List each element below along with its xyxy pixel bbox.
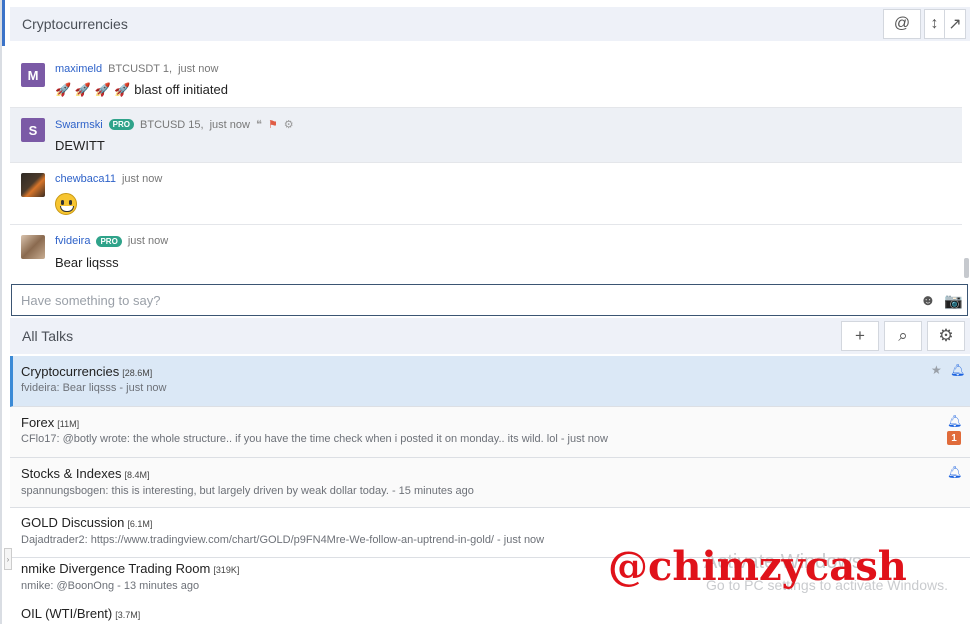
- member-count: [319K]: [213, 565, 240, 575]
- message-input-box: ☻ 📷: [11, 284, 968, 316]
- room-item-cryptocurrencies[interactable]: Cryptocurrencies [28.6M] fvideira: Bear l…: [10, 356, 970, 407]
- room-name: Forex: [21, 415, 55, 430]
- room-name: Cryptocurrencies: [21, 364, 120, 379]
- last-message: fvideira: Bear liqsss - just now: [21, 382, 167, 394]
- member-count: [8.4M]: [124, 470, 150, 480]
- add-room-button[interactable]: +: [841, 321, 879, 351]
- last-message: nmike: @BoonOng - 13 minutes ago: [21, 580, 200, 592]
- search-icon: ⌕: [898, 326, 908, 345]
- message-list: M maximeld BTCUSDT 1, just now 🚀 🚀 🚀 🚀 b…: [10, 52, 962, 280]
- collapse-handle[interactable]: ›: [4, 548, 12, 570]
- symbol-context[interactable]: BTCUSDT 1,: [108, 63, 172, 75]
- timestamp: just now: [121, 173, 163, 185]
- gear-icon[interactable]: ⚙: [284, 118, 294, 131]
- star-icon[interactable]: ★: [931, 363, 942, 377]
- talks-title: All Talks: [22, 328, 74, 344]
- avatar[interactable]: M: [21, 63, 45, 87]
- room-item-forex[interactable]: Forex [11M] CFlo17: @botly wrote: the who…: [10, 407, 970, 458]
- emoji-picker-icon[interactable]: ☻: [920, 292, 936, 309]
- talks-settings-button[interactable]: ⚙: [927, 321, 965, 351]
- avatar[interactable]: [21, 235, 45, 259]
- message-text: DEWITT: [55, 138, 105, 153]
- message-item: chewbaca11 just now: [10, 163, 962, 225]
- chat-room-title: Cryptocurrencies: [22, 16, 128, 32]
- message-item: fvideira PRO just now Bear liqsss: [10, 225, 962, 280]
- last-message: Dajadtrader2: https://www.tradingview.co…: [21, 534, 545, 546]
- timestamp: just now: [178, 63, 219, 75]
- timestamp: just now: [127, 235, 169, 247]
- message-scrollbar[interactable]: [962, 52, 970, 280]
- mention-button[interactable]: @: [883, 9, 921, 39]
- bell-icon[interactable]: 🔔︎: [947, 465, 962, 479]
- search-rooms-button[interactable]: ⌕: [884, 321, 922, 351]
- message-input[interactable]: [21, 292, 901, 308]
- last-message: spannungsbogen: this is interesting, but…: [21, 485, 474, 497]
- bell-icon[interactable]: 🔔︎: [950, 363, 965, 377]
- member-count: [3.7M]: [115, 610, 141, 620]
- panel-accent-bar: [2, 0, 5, 46]
- unread-badge: 1: [947, 431, 961, 445]
- avatar[interactable]: S: [21, 118, 45, 142]
- timestamp: just now: [209, 118, 250, 131]
- smiley-emoji-icon: [55, 193, 77, 215]
- overlay-handle-text: @chimzycash: [608, 543, 907, 590]
- member-count: [28.6M]: [122, 368, 153, 378]
- popout-button[interactable]: ↗: [944, 9, 966, 39]
- username[interactable]: Swarmski: [55, 119, 103, 131]
- at-icon: @: [893, 15, 911, 32]
- quote-icon[interactable]: ❝: [256, 118, 262, 131]
- room-name: OIL (WTI/Brent): [21, 606, 113, 621]
- username[interactable]: fvideira: [55, 235, 90, 247]
- message-text: Bear liqsss: [55, 255, 119, 270]
- username[interactable]: maximeld: [55, 63, 102, 75]
- avatar[interactable]: [21, 173, 45, 197]
- message-text: blast off initiated: [134, 82, 228, 97]
- chat-widget: Cryptocurrencies @ ↕ ↗ M maximeld BTCUSD…: [0, 0, 973, 624]
- member-count: [11M]: [57, 419, 80, 429]
- flag-icon[interactable]: ⚑: [268, 118, 278, 131]
- message-item: S Swarmski PRO BTCUSD 15, just now ❝ ⚑ ⚙…: [10, 108, 962, 163]
- rocket-emoji: 🚀 🚀 🚀 🚀: [55, 82, 131, 97]
- message-item: M maximeld BTCUSDT 1, just now 🚀 🚀 🚀 🚀 b…: [10, 52, 962, 108]
- username[interactable]: chewbaca11: [55, 173, 116, 185]
- bell-icon[interactable]: 🔔︎: [947, 414, 962, 428]
- pro-badge: PRO: [108, 119, 135, 130]
- chat-header: Cryptocurrencies @ ↕ ↗: [10, 7, 970, 41]
- pro-badge: PRO: [96, 235, 122, 247]
- scrollbar-thumb[interactable]: [964, 258, 969, 278]
- gear-icon: ⚙: [938, 326, 954, 345]
- talks-header: All Talks + ⌕ ⚙: [10, 318, 970, 354]
- room-name: GOLD Discussion: [21, 515, 125, 530]
- resize-button[interactable]: ↕: [924, 9, 944, 39]
- room-name: Stocks & Indexes: [21, 466, 122, 481]
- symbol-context[interactable]: BTCUSD 15,: [140, 119, 204, 131]
- room-name: nmike Divergence Trading Room: [21, 561, 211, 576]
- resize-icon: ↕: [930, 15, 939, 32]
- plus-icon: +: [855, 326, 865, 345]
- popout-icon: ↗: [948, 16, 962, 33]
- room-item-oil[interactable]: OIL (WTI/Brent) [3.7M]: [10, 602, 970, 624]
- member-count: [6.1M]: [127, 519, 153, 529]
- room-item-stocks-indexes[interactable]: Stocks & Indexes [8.4M] spannungsbogen: t…: [10, 458, 970, 508]
- camera-icon[interactable]: 📷: [944, 292, 963, 310]
- last-message: CFlo17: @botly wrote: the whole structur…: [21, 433, 608, 445]
